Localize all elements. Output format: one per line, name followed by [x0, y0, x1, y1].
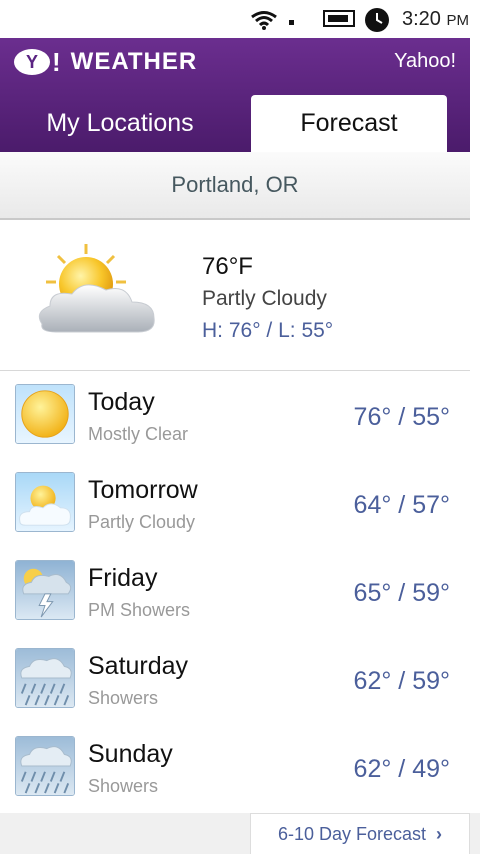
extended-forecast-button[interactable]: 6-10 Day Forecast › [250, 813, 470, 854]
thunder-showers-icon [15, 560, 75, 620]
current-condition: Partly Cloudy [202, 287, 327, 310]
forecast-day: Tomorrow [88, 476, 198, 504]
forecast-day: Today [88, 388, 155, 416]
extended-forecast-label: 6-10 Day Forecast [277, 823, 427, 844]
app-title: WEATHER [70, 48, 198, 75]
current-conditions: 76°F Partly Cloudy H: 76° / L: 55° [0, 220, 470, 371]
app-header: Y ! WEATHER Yahoo! My Locations Forecast [0, 38, 470, 152]
forecast-row-sunday[interactable]: Sunday Showers 62° / 49° [0, 724, 470, 812]
status-bar: 3:20 PM [0, 0, 480, 38]
wifi-icon [251, 11, 277, 30]
partly-cloudy-icon [38, 244, 155, 333]
forecast-day: Saturday [88, 652, 189, 680]
yahoo-logo-icon: Y [14, 49, 50, 75]
forecast-temps: 62° / 49° [353, 755, 450, 783]
current-hi-lo: H: 76° / L: 55° [202, 319, 334, 342]
battery-icon [323, 10, 355, 27]
signal-icon [289, 20, 294, 25]
rain-icon [15, 736, 75, 796]
forecast-condition: PM Showers [88, 600, 191, 620]
forecast-day: Friday [88, 564, 158, 592]
forecast-condition: Showers [88, 688, 159, 708]
forecast-row-friday[interactable]: Friday PM Showers 65° / 59° [0, 548, 470, 636]
tab-my-locations[interactable]: My Locations [0, 95, 240, 152]
yahoo-link[interactable]: Yahoo! [394, 50, 456, 73]
partly-cloudy-icon [15, 472, 75, 532]
current-temperature: 76°F [202, 253, 253, 280]
footer-bar: 6-10 Day Forecast › [0, 813, 480, 854]
forecast-condition: Mostly Clear [88, 424, 189, 444]
forecast-temps: 64° / 57° [353, 491, 450, 519]
forecast-temps: 65° / 59° [353, 579, 450, 607]
chevron-right-icon: › [436, 823, 443, 844]
forecast-row-saturday[interactable]: Saturday Showers 62° / 59° [0, 636, 470, 724]
forecast-row-today[interactable]: Today Mostly Clear 76° / 55° [0, 372, 470, 460]
forecast-row-tomorrow[interactable]: Tomorrow Partly Cloudy 64° / 57° [0, 460, 470, 548]
alarm-clock-icon [365, 8, 389, 32]
tab-forecast[interactable]: Forecast [251, 95, 447, 152]
forecast-condition: Partly Cloudy [88, 512, 196, 532]
rain-icon [15, 648, 75, 708]
location-title: Portland, OR [0, 152, 470, 220]
yahoo-weather-logo: Y ! WEATHER [14, 47, 197, 77]
forecast-condition: Showers [88, 776, 159, 796]
sun-icon [15, 384, 75, 444]
forecast-temps: 76° / 55° [353, 403, 450, 431]
forecast-day: Sunday [88, 740, 173, 768]
forecast-temps: 62° / 59° [353, 667, 450, 695]
status-time: 3:20 PM [402, 8, 469, 30]
